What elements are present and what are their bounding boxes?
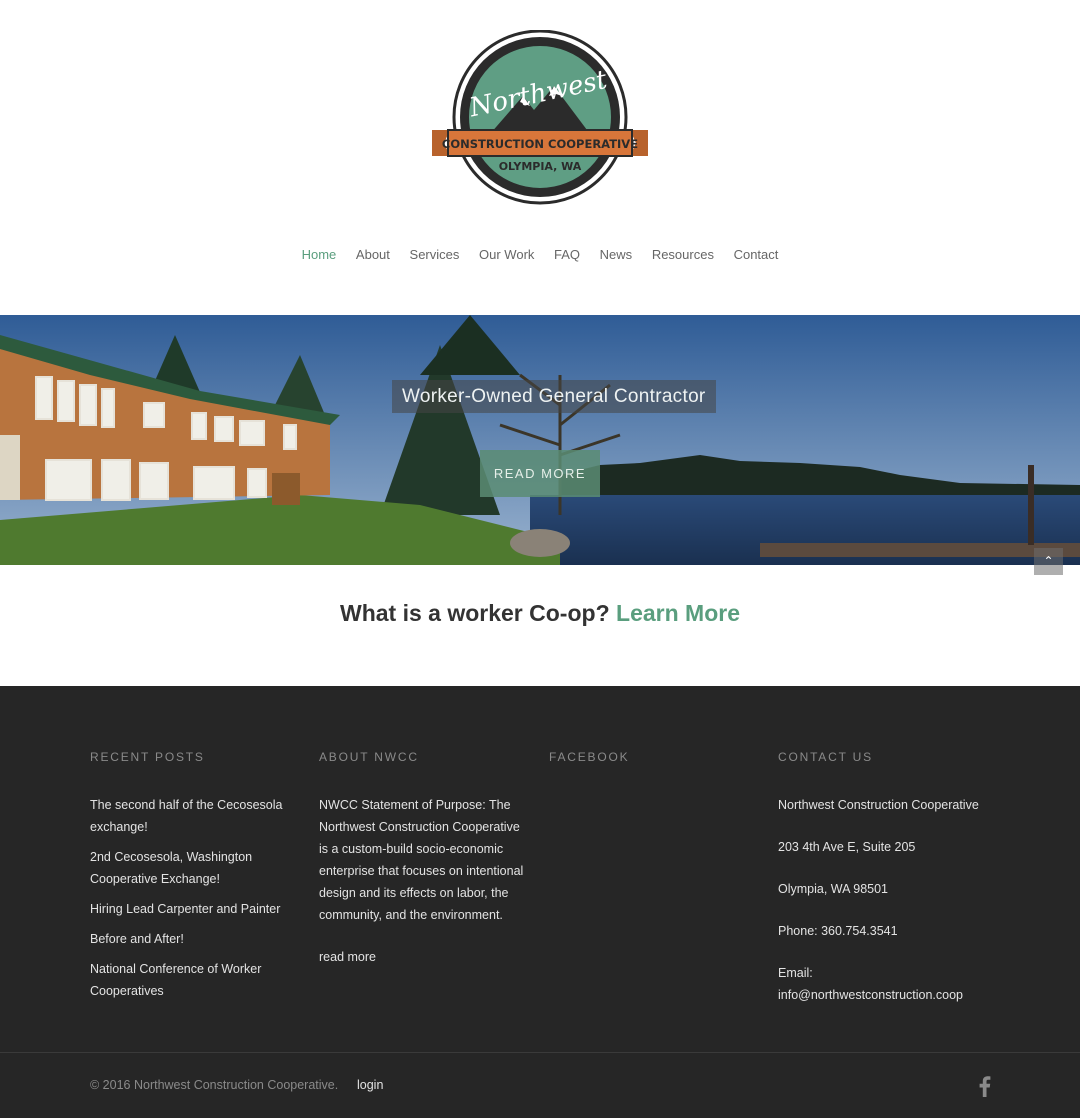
coop-callout: What is a worker Co-op? Learn More — [0, 600, 1080, 627]
footer-bottom-bar: © 2016 Northwest Construction Cooperativ… — [0, 1052, 1080, 1118]
login-link[interactable]: login — [357, 1078, 383, 1092]
about-widget: ABOUT NWCC NWCC Statement of Purpose: Th… — [319, 748, 531, 968]
contact-phone: Phone: 360.754.3541 — [778, 924, 898, 938]
about-title: ABOUT NWCC — [319, 750, 419, 764]
hero-title: Worker-Owned General Contractor — [392, 380, 716, 413]
hero-banner — [0, 315, 1080, 565]
nav-our-work[interactable]: Our Work — [479, 244, 534, 266]
about-text: NWCC Statement of Purpose: The Northwest… — [319, 798, 524, 922]
learn-more-link[interactable]: Learn More — [616, 600, 740, 626]
recent-posts-widget: RECENT POSTS The second half of the Ceco… — [90, 748, 290, 1010]
nav-contact[interactable]: Contact — [734, 244, 779, 266]
about-read-more-link[interactable]: read more — [319, 946, 531, 968]
post-link[interactable]: 2nd Cecosesola, Washington Cooperative E… — [90, 846, 290, 890]
facebook-icon[interactable] — [976, 1075, 992, 1097]
contact-email-label: Email: — [778, 966, 813, 980]
read-more-button[interactable]: READ MORE — [480, 450, 600, 497]
post-link[interactable]: The second half of the Cecosesola exchan… — [90, 794, 290, 838]
logo-banner-text: CONSTRUCTION COOPERATIVE — [442, 137, 638, 151]
site-footer: RECENT POSTS The second half of the Ceco… — [0, 686, 1080, 1118]
contact-email-link[interactable]: info@northwestconstruction.coop — [778, 984, 998, 1006]
nav-services[interactable]: Services — [410, 244, 460, 266]
contact-widget: CONTACT US Northwest Construction Cooper… — [778, 748, 998, 1026]
recent-posts-title: RECENT POSTS — [90, 750, 205, 764]
logo-location-text: OLYMPIA, WA — [499, 160, 582, 173]
nav-news[interactable]: News — [600, 244, 633, 266]
nav-resources[interactable]: Resources — [652, 244, 714, 266]
nav-faq[interactable]: FAQ — [554, 244, 580, 266]
hero-image — [0, 315, 1080, 565]
copyright-text: © 2016 Northwest Construction Cooperativ… — [90, 1078, 339, 1092]
nav-home[interactable]: Home — [302, 244, 337, 266]
site-header: Northwest CONSTRUCTION COOPERATIVE OLYMP… — [0, 0, 1080, 315]
main-nav: Home About Services Our Work FAQ News Re… — [0, 244, 1080, 266]
coop-question: What is a worker Co-op? — [339, 600, 610, 626]
post-link[interactable]: National Conference of Worker Cooperativ… — [90, 958, 290, 1002]
post-link[interactable]: Before and After! — [90, 928, 290, 950]
contact-name: Northwest Construction Cooperative — [778, 798, 979, 812]
facebook-widget: FACEBOOK — [549, 748, 749, 794]
nav-about[interactable]: About — [356, 244, 390, 266]
facebook-title: FACEBOOK — [549, 750, 630, 764]
post-link[interactable]: Hiring Lead Carpenter and Painter — [90, 898, 290, 920]
chevron-up-icon: ⌃ — [1043, 554, 1054, 568]
scroll-to-top-button[interactable]: ⌃ — [1034, 548, 1063, 575]
contact-email-block: Email: info@northwestconstruction.coop — [778, 962, 998, 1006]
contact-address-line2: Olympia, WA 98501 — [778, 882, 889, 896]
contact-address-line1: 203 4th Ave E, Suite 205 — [778, 840, 916, 854]
contact-title: CONTACT US — [778, 750, 873, 764]
site-logo[interactable]: Northwest CONSTRUCTION COOPERATIVE OLYMP… — [428, 30, 652, 206]
